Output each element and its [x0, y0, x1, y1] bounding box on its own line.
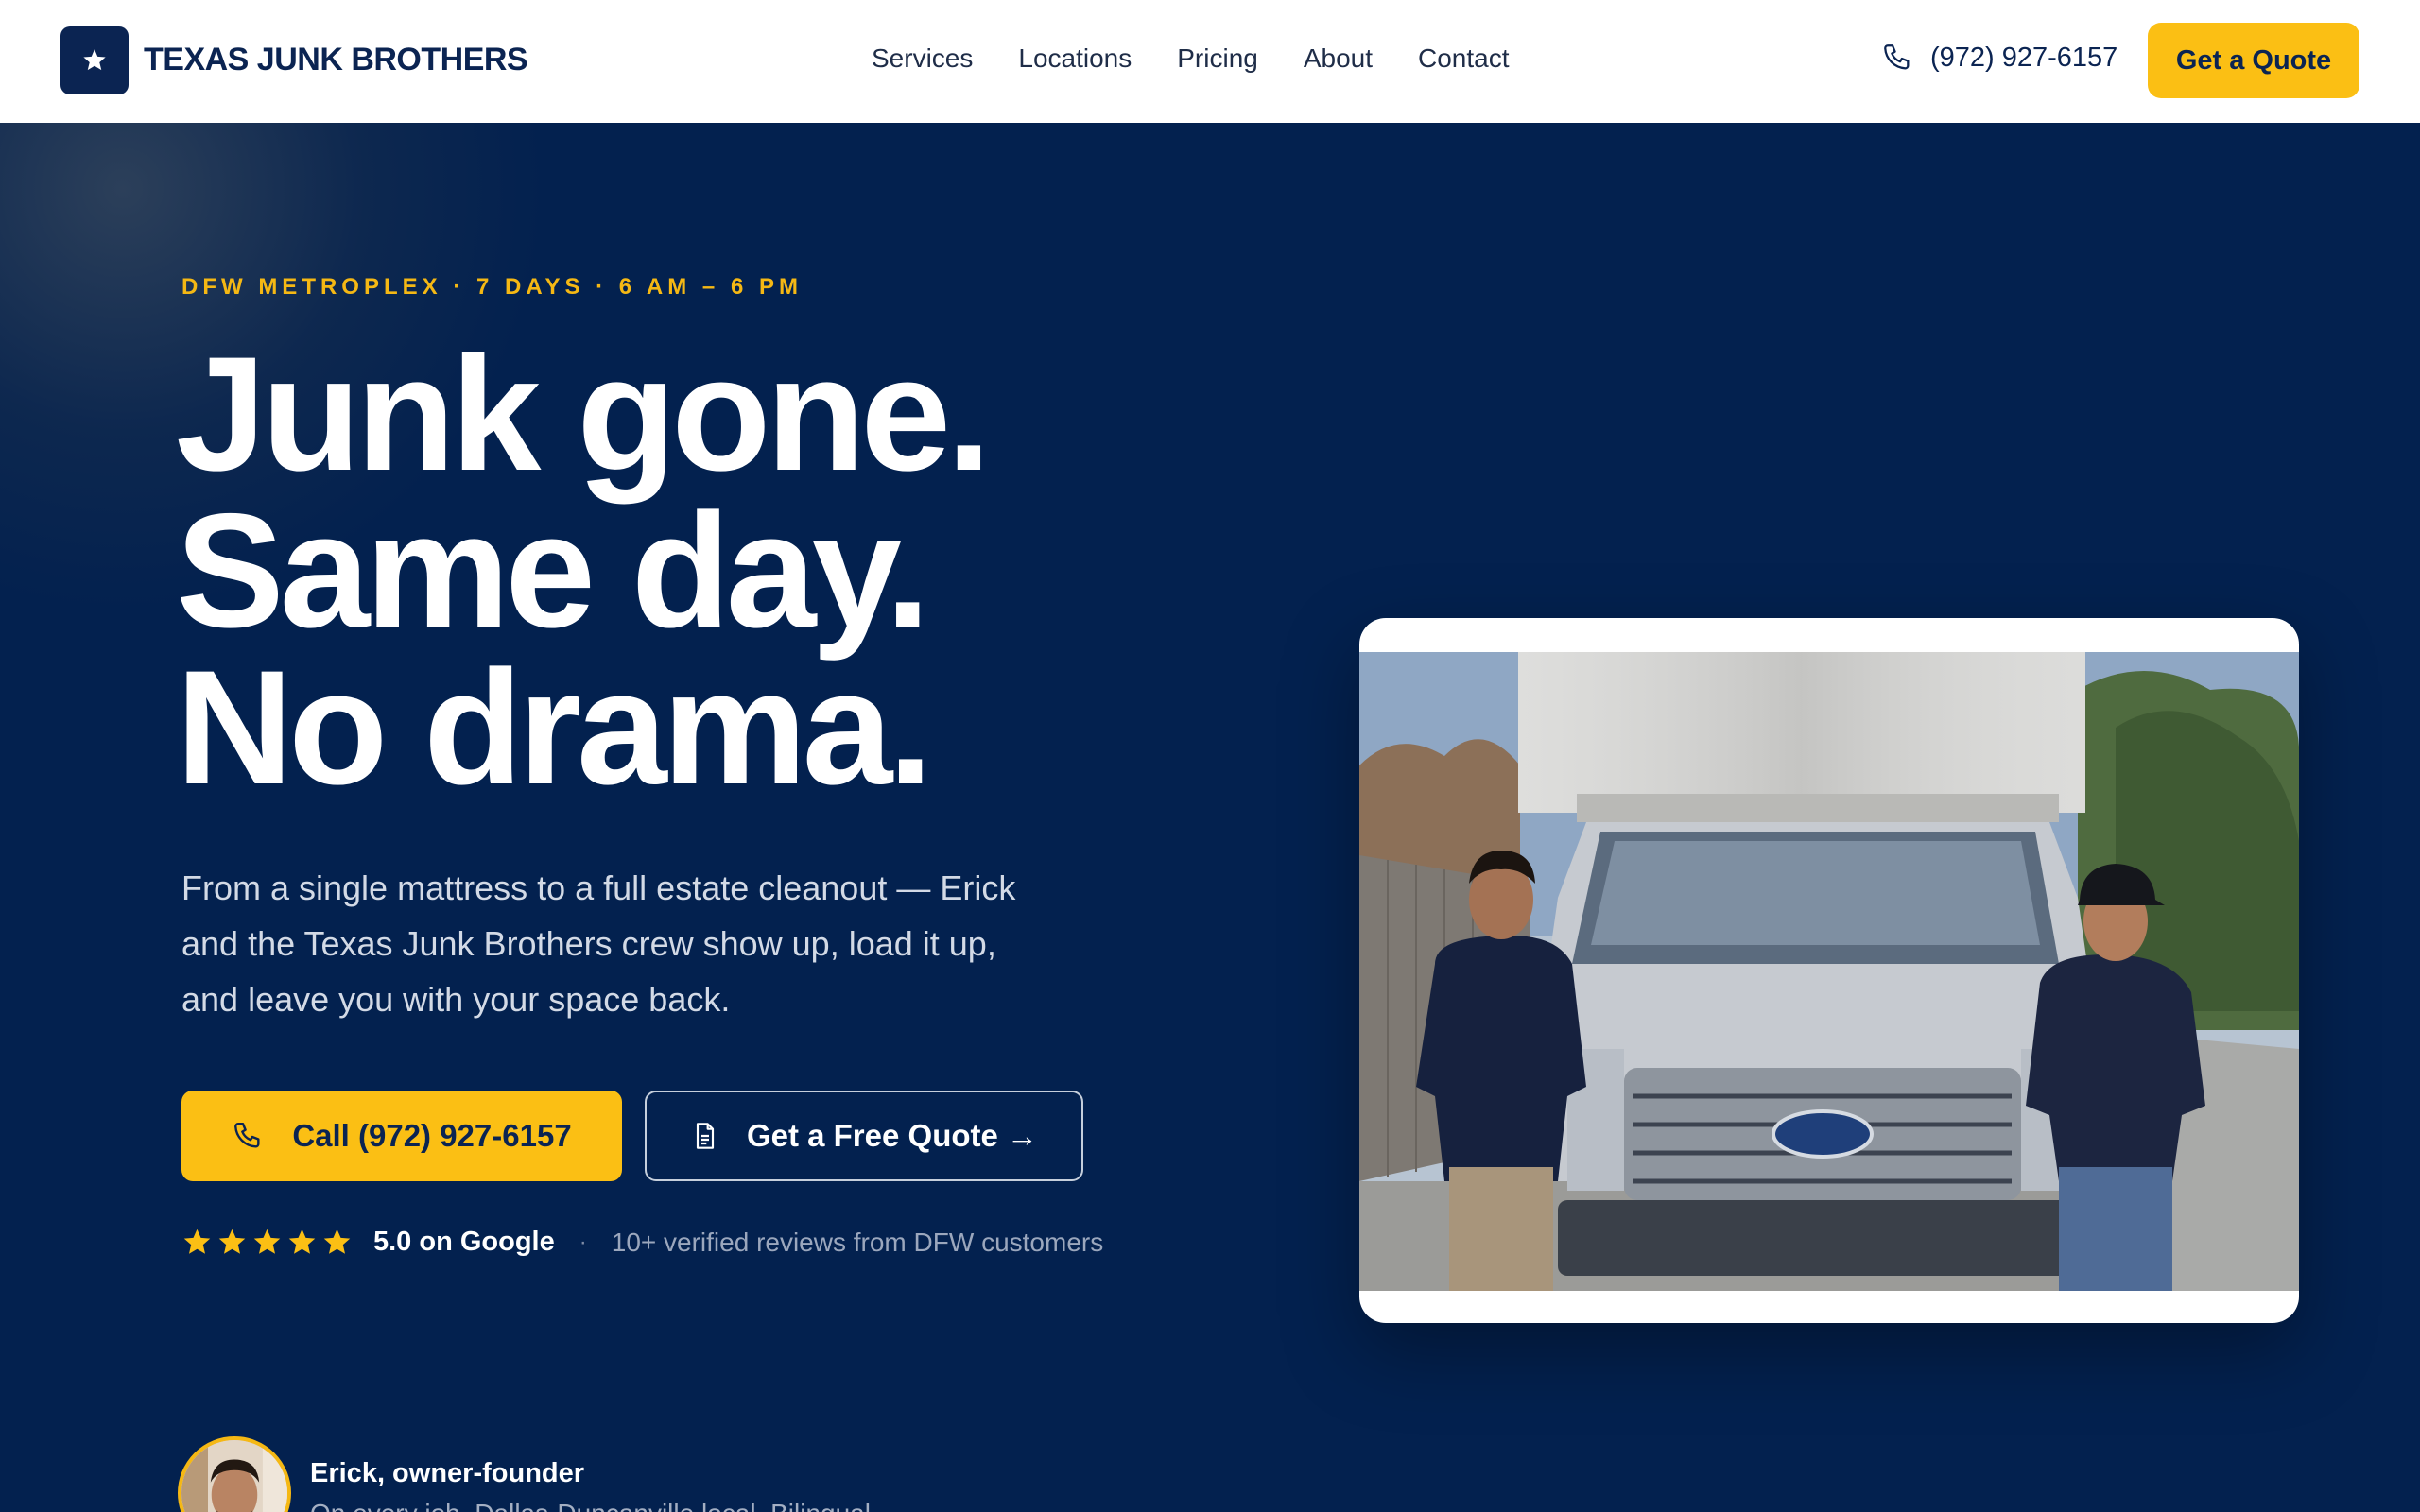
team-photo-card	[1359, 618, 2299, 1323]
star-icon	[323, 1228, 351, 1254]
headline-line-2: Same day.	[176, 480, 930, 662]
free-quote-label: Get a Free Quote →	[746, 1118, 1039, 1153]
call-button-label: Call (972) 927-6157	[292, 1118, 572, 1153]
get-quote-button[interactable]: Get a Quote	[2148, 23, 2360, 98]
header-phone-link[interactable]: (972) 927-6157	[1881, 42, 2118, 74]
nav-services[interactable]: Services	[872, 43, 973, 74]
rating-stars	[182, 1227, 353, 1258]
free-quote-button[interactable]: Get a Free Quote →	[645, 1091, 1083, 1181]
owner-subtitle: On every job. Dallas-Duncanville local. …	[310, 1499, 878, 1512]
avatar	[178, 1436, 291, 1512]
star-icon	[253, 1228, 281, 1254]
hero-description: From a single mattress to a full estate …	[182, 868, 1016, 1019]
phone-icon	[1884, 44, 1910, 70]
phone-icon	[234, 1123, 260, 1148]
document-icon	[696, 1123, 715, 1149]
owner-name: Erick, owner-founder	[310, 1457, 585, 1488]
team-truck-photo	[1359, 652, 2299, 1291]
rating-note: 10+ verified reviews from DFW customers	[611, 1227, 1104, 1257]
hero-eyebrow: DFW METROPLEX · 7 DAYS · 6 AM – 6 PM	[182, 274, 803, 300]
rating-separator: ·	[579, 1228, 587, 1255]
rating-score: 5.0 on Google	[373, 1227, 555, 1257]
hero-headline: Junk gone. Same day. No drama.	[176, 323, 992, 818]
nav-pricing[interactable]: Pricing	[1177, 43, 1258, 74]
brand-name[interactable]: TEXAS JUNK BROTHERS	[144, 42, 528, 78]
star-icon	[218, 1228, 246, 1254]
logo[interactable]	[60, 26, 129, 94]
star-icon	[83, 49, 106, 71]
owner-card: Erick, owner-founder On every job. Dalla…	[178, 1436, 878, 1512]
star-icon	[288, 1228, 316, 1254]
headline-line-3: No drama.	[176, 637, 933, 818]
site-header: TEXAS JUNK BROTHERS Services Locations P…	[0, 0, 2420, 123]
hero-section: DFW METROPLEX · 7 DAYS · 6 AM – 6 PM Jun…	[0, 123, 2420, 1512]
nav-locations[interactable]: Locations	[1018, 43, 1132, 74]
call-button[interactable]: Call (972) 927-6157	[182, 1091, 622, 1181]
nav-about[interactable]: About	[1304, 43, 1373, 74]
nav-contact[interactable]: Contact	[1418, 43, 1510, 74]
header-phone-number: (972) 927-6157	[1930, 42, 2118, 73]
star-icon	[183, 1228, 211, 1254]
headline-line-1: Junk gone.	[176, 323, 992, 505]
google-rating: 5.0 on Google · 10+ verified reviews fro…	[182, 1227, 1103, 1258]
main-nav: Services Locations Pricing About Contact	[872, 43, 1510, 74]
